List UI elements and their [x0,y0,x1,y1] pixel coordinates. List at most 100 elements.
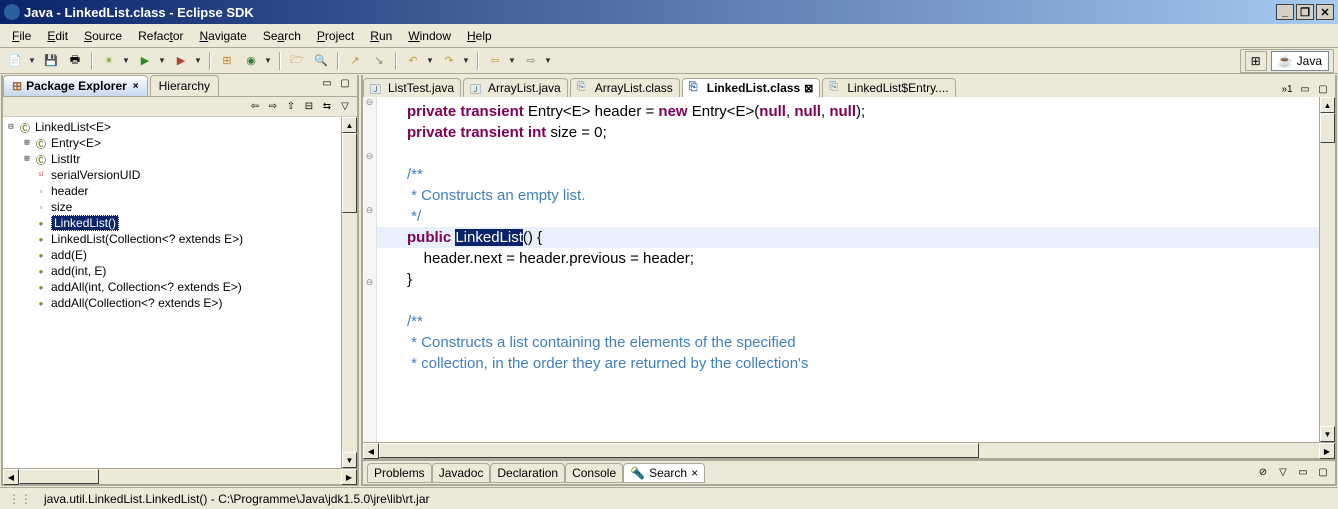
editor-horizontal-scrollbar[interactable]: ◀ ▶ [363,442,1335,458]
minimize-button[interactable]: _ [1276,4,1294,20]
view-menu-icon[interactable]: ▽ [1275,465,1291,481]
new-class-dropdown[interactable]: ▼ [264,56,274,65]
ext-tools-button[interactable]: ▶ [170,50,192,72]
tree-node[interactable]: ●addAll(Collection<? extends E>) [5,295,339,311]
scroll-track-h[interactable] [979,443,1319,458]
minimize-view-button[interactable]: ▭ [319,75,335,91]
next-annotation-dropdown[interactable]: ▼ [462,56,472,65]
tree-node[interactable]: ⊞ⒸListItr [5,151,339,167]
maximize-editor-button[interactable]: ▢ [1315,81,1331,97]
expand-icon[interactable] [21,250,33,260]
forward-button[interactable]: ⇨ [520,50,542,72]
ext-tools-dropdown[interactable]: ▼ [194,56,204,65]
tab-search[interactable]: 🔦 Search × [623,463,705,483]
new-button[interactable]: 📄 [4,50,26,72]
menu-window[interactable]: Window [400,27,459,45]
forward-icon[interactable]: ⇨ [265,99,281,115]
tab-console[interactable]: Console [565,463,623,483]
expand-icon[interactable]: ⊞ [21,138,33,148]
last-edit-button[interactable]: ↶ [402,50,424,72]
next-annotation-button[interactable]: ↷ [438,50,460,72]
package-tree[interactable]: ⊟ⒸLinkedList<E>⊞ⒸEntry<E>⊞ⒸListItr ˢᶠser… [3,117,341,468]
menu-search[interactable]: Search [255,27,309,45]
scroll-track[interactable] [342,213,357,452]
debug-button[interactable]: ✴ [98,50,120,72]
back-button[interactable]: ⇦ [484,50,506,72]
view-menu-icon[interactable]: ▽ [337,99,353,115]
scroll-track-h[interactable] [99,469,341,484]
vertical-scrollbar[interactable]: ▲ ▼ [341,117,357,468]
up-icon[interactable]: ⇧ [283,99,299,115]
close-button[interactable]: ✕ [1316,4,1334,20]
tab-problems[interactable]: Problems [367,463,432,483]
expand-icon[interactable] [21,298,33,308]
tree-node[interactable]: ˢᶠserialVersionUID [5,167,339,183]
tree-node[interactable]: ●add(int, E) [5,263,339,279]
menu-source[interactable]: Source [76,27,130,45]
scroll-up-button[interactable]: ▲ [342,117,357,133]
open-perspective-button[interactable]: ⊞ [1245,51,1267,71]
debug-dropdown[interactable]: ▼ [122,56,132,65]
back-icon[interactable]: ⇦ [247,99,263,115]
expand-icon[interactable]: ⊞ [21,154,33,164]
tree-node[interactable]: ●add(E) [5,247,339,263]
java-perspective-button[interactable]: ☕ Java [1271,51,1329,71]
scroll-thumb[interactable] [1320,113,1335,143]
back-dropdown[interactable]: ▼ [508,56,518,65]
minimize-editor-button[interactable]: ▭ [1297,81,1313,97]
editor-tab[interactable]: ⎘LinkedList.class⊠ [682,78,821,97]
folding-ruler[interactable]: ⊖ ⊖ ⊖ ⊖ [363,97,377,442]
save-button[interactable]: 💾 [40,50,62,72]
scroll-thumb-h[interactable] [19,469,99,484]
run-button[interactable]: ▶ [134,50,156,72]
scroll-left-button[interactable]: ◀ [363,443,379,459]
menu-file[interactable]: File [4,27,39,45]
editor-tab[interactable]: ⎘LinkedList$Entry.... [822,78,955,97]
expand-icon[interactable] [21,234,33,244]
horizontal-scrollbar[interactable]: ◀ ▶ [3,468,357,484]
expand-icon[interactable] [21,170,33,180]
editor-vertical-scrollbar[interactable]: ▲ ▼ [1319,97,1335,442]
print-button[interactable]: 🖶 [64,50,86,72]
tree-node[interactable]: ●addAll(int, Collection<? extends E>) [5,279,339,295]
scroll-down-button[interactable]: ▼ [342,452,357,468]
expand-icon[interactable] [21,218,33,228]
scroll-right-button[interactable]: ▶ [1319,443,1335,459]
expand-icon[interactable] [21,186,33,196]
menu-refactor[interactable]: Refactor [130,27,191,45]
scroll-track[interactable] [1320,143,1335,426]
editor-tab[interactable]: 🄹ArrayList.java [463,78,568,97]
new-class-button[interactable]: ◉ [240,50,262,72]
open-type-button[interactable]: 🗁 [286,50,308,72]
new-package-button[interactable]: ⊞ [216,50,238,72]
scroll-down-button[interactable]: ▼ [1320,426,1335,442]
tab-declaration[interactable]: Declaration [490,463,565,483]
minimize-view-button[interactable]: ▭ [1295,465,1311,481]
search-button[interactable]: 🔍 [310,50,332,72]
scroll-up-button[interactable]: ▲ [1320,97,1335,113]
restore-button[interactable]: ❐ [1296,4,1314,20]
annotation-prev-button[interactable]: ↗ [344,50,366,72]
scroll-thumb[interactable] [342,133,357,213]
collapse-icon[interactable]: ⊟ [301,99,317,115]
source-editor[interactable]: private transient Entry<E> header = new … [377,97,1319,442]
expand-icon[interactable] [21,282,33,292]
menu-navigate[interactable]: Navigate [191,27,254,45]
forward-dropdown[interactable]: ▼ [544,56,554,65]
tab-hierarchy[interactable]: Hierarchy [150,75,219,96]
editor-tab[interactable]: 🄹ListTest.java [363,78,461,97]
annotation-next-button[interactable]: ↘ [368,50,390,72]
new-dropdown[interactable]: ▼ [28,56,38,65]
menu-project[interactable]: Project [309,27,362,45]
link-editor-icon[interactable]: ⇆ [319,99,335,115]
tree-node[interactable]: ⊟ⒸLinkedList<E> [5,119,339,135]
scroll-right-button[interactable]: ▶ [341,469,357,485]
expand-icon[interactable] [21,266,33,276]
tree-node[interactable]: ⊞ⒸEntry<E> [5,135,339,151]
pin-icon[interactable]: ⊘ [1255,465,1271,481]
menu-run[interactable]: Run [362,27,400,45]
expand-icon[interactable] [21,202,33,212]
maximize-view-button[interactable]: ▢ [337,75,353,91]
menu-help[interactable]: Help [459,27,500,45]
tab-package-explorer[interactable]: ⊞ Package Explorer × [3,75,148,96]
